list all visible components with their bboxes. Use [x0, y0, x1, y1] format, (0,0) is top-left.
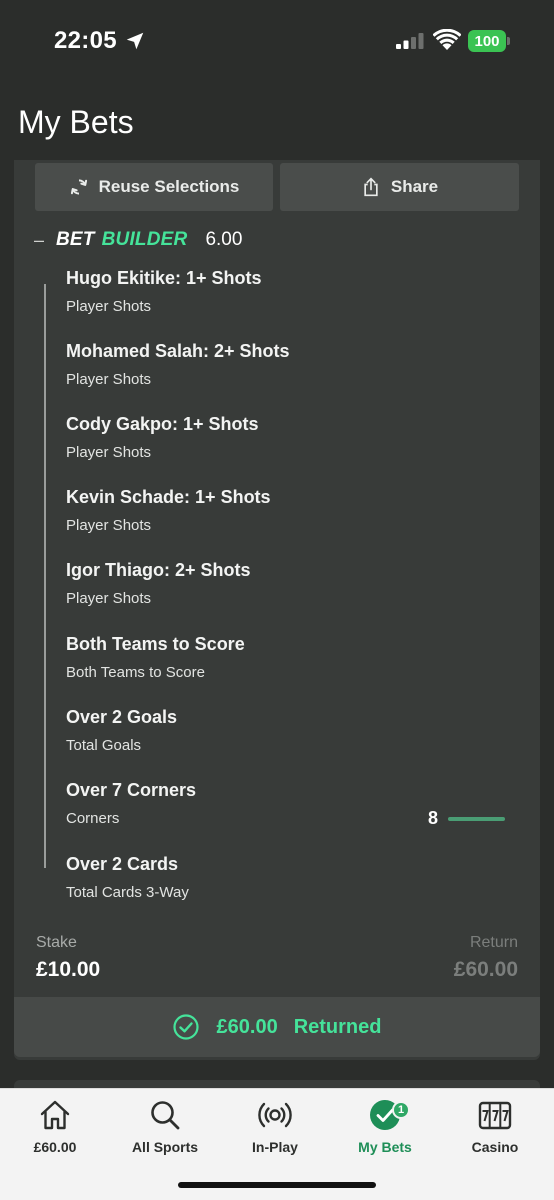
tab-label: Casino	[471, 1139, 519, 1155]
leg-title: Over 7 Corners	[66, 780, 197, 800]
leg-item: Over 2 Goals Total Goals	[66, 707, 177, 754]
live-broadcast-icon	[258, 1102, 292, 1128]
leg-title: Hugo Ekitike: 1+ Shots	[66, 268, 262, 288]
bet-builder-header[interactable]: – BET BUILDER 6.00	[34, 228, 242, 252]
battery-level: 100	[474, 32, 500, 50]
check-circle-icon	[172, 1014, 199, 1040]
corners-count: 8	[428, 808, 439, 828]
leg-item: Over 7 Corners Corners	[66, 780, 196, 827]
leg-item: Hugo Ekitike: 1+ Shots Player Shots	[66, 268, 262, 315]
leg-title: Cody Gakpo: 1+ Shots	[66, 414, 259, 434]
tab-label: My Bets	[358, 1139, 412, 1155]
bet-odds: 6.00	[205, 229, 243, 250]
returned-status-bar: £60.00 Returned	[14, 997, 540, 1057]
tab-in-play[interactable]: In-Play	[220, 1097, 330, 1161]
leg-market: Player Shots	[66, 590, 152, 607]
slot-machine-icon	[478, 1101, 512, 1130]
returned-amount: £60.00	[216, 1015, 278, 1038]
reuse-selections-button[interactable]: Reuse Selections	[35, 163, 273, 211]
home-indicator	[178, 1182, 376, 1188]
leg-market: Corners	[66, 810, 120, 827]
collapse-icon[interactable]: –	[34, 230, 56, 251]
share-icon	[364, 177, 378, 197]
return-value: £60.00	[453, 958, 518, 981]
bet-builder-suffix: BUILDER	[101, 229, 188, 250]
tab-casino[interactable]: Casino	[440, 1097, 550, 1161]
leg-item: Both Teams to Score Both Teams to Score	[66, 634, 245, 681]
status-time: 22:05	[54, 27, 117, 54]
legs-connector-line	[44, 284, 46, 868]
reuse-selections-label: Reuse Selections	[98, 177, 240, 196]
leg-item: Cody Gakpo: 1+ Shots Player Shots	[66, 414, 259, 461]
bet-builder-prefix: BET	[56, 229, 95, 250]
my-bets-badge: 1	[392, 1101, 410, 1119]
leg-item: Kevin Schade: 1+ Shots Player Shots	[66, 487, 271, 534]
leg-item: Over 2 Cards Total Cards 3-Way	[66, 854, 189, 901]
corners-progress: 8	[428, 808, 506, 829]
stake-value: £10.00	[36, 958, 101, 981]
home-icon	[40, 1100, 70, 1130]
tab-balance[interactable]: £60.00	[0, 1097, 110, 1161]
refresh-icon	[70, 179, 87, 195]
leg-title: Over 2 Cards	[66, 854, 179, 874]
leg-title: Igor Thiago: 2+ Shots	[66, 560, 251, 580]
search-icon	[151, 1101, 180, 1130]
my-bets-screen: 22:05 100 My Bets Reuse Selections Share…	[0, 0, 554, 1200]
leg-market: Player Shots	[66, 371, 152, 388]
leg-title: Both Teams to Score	[66, 634, 245, 654]
wifi-icon	[433, 29, 461, 50]
leg-market: Player Shots	[66, 444, 152, 461]
page-title: My Bets	[18, 104, 134, 140]
location-arrow-icon	[126, 32, 144, 50]
signal-icon	[396, 33, 424, 49]
bet-card: Reuse Selections Share – BET BUILDER 6.0…	[14, 160, 540, 1060]
status-bar: 22:05 100	[0, 0, 554, 84]
leg-market: Total Goals	[66, 737, 142, 754]
battery-cap	[507, 37, 510, 45]
tab-label: £60.00	[33, 1139, 77, 1155]
leg-market: Player Shots	[66, 298, 152, 315]
stake-label: Stake	[36, 934, 77, 951]
tab-my-bets[interactable]: 1 My Bets	[330, 1097, 440, 1161]
leg-market: Total Cards 3-Way	[66, 884, 189, 901]
share-button[interactable]: Share	[280, 163, 519, 211]
corners-progress-bar	[448, 816, 506, 821]
leg-item: Igor Thiago: 2+ Shots Player Shots	[66, 560, 251, 607]
leg-item: Mohamed Salah: 2+ Shots Player Shots	[66, 341, 290, 388]
leg-title: Kevin Schade: 1+ Shots	[66, 487, 271, 507]
leg-title: Over 2 Goals	[66, 707, 178, 727]
tab-all-sports[interactable]: All Sports	[110, 1097, 220, 1161]
share-label: Share	[390, 177, 439, 196]
return-label: Return	[469, 934, 518, 951]
leg-market: Player Shots	[66, 517, 152, 534]
leg-title: Mohamed Salah: 2+ Shots	[66, 341, 290, 361]
returned-label: Returned	[293, 1015, 382, 1038]
tab-label: In-Play	[252, 1139, 298, 1155]
battery-icon: 100	[468, 30, 506, 52]
tab-label: All Sports	[131, 1139, 199, 1155]
leg-market: Both Teams to Score	[66, 664, 205, 681]
